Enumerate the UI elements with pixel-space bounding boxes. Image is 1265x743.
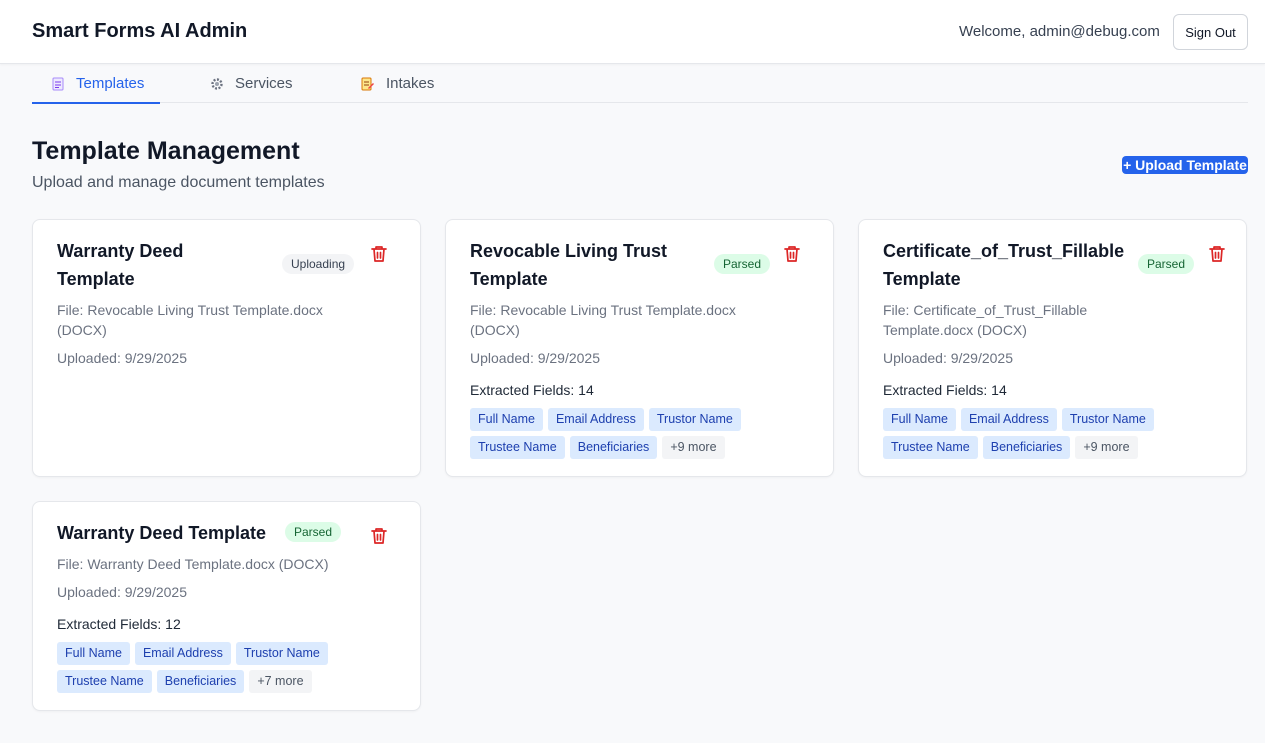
app-header: Smart Forms AI Admin Welcome, admin@debu… bbox=[0, 0, 1265, 64]
field-chip: Beneficiaries bbox=[982, 436, 1071, 459]
tab-services[interactable]: Services bbox=[210, 64, 293, 103]
tab-intakes[interactable]: Intakes bbox=[361, 64, 434, 103]
sign-out-button[interactable]: Sign Out bbox=[1173, 14, 1248, 50]
page-title: Template Management bbox=[32, 137, 300, 165]
template-card: Revocable Living Trust Template Parsed F… bbox=[445, 219, 834, 477]
field-chip: Trustor Name bbox=[235, 642, 328, 665]
gear-icon bbox=[210, 77, 224, 91]
more-fields-chip: +9 more bbox=[662, 436, 725, 459]
extracted-fields-count: Extracted Fields: 14 bbox=[470, 382, 594, 398]
file-info: File: Certificate_of_Trust_Fillable Temp… bbox=[883, 302, 1088, 338]
delete-icon[interactable] bbox=[370, 244, 388, 264]
field-chip: Trustee Name bbox=[470, 436, 565, 459]
tab-templates[interactable]: Templates bbox=[32, 64, 160, 104]
uploaded-date: Uploaded: 9/29/2025 bbox=[57, 350, 187, 366]
field-chip: Email Address bbox=[960, 408, 1057, 431]
welcome-text: Welcome, admin@debug.com bbox=[959, 23, 1160, 40]
status-badge: Parsed bbox=[714, 254, 771, 274]
template-title: Revocable Living Trust Template bbox=[470, 241, 668, 289]
edit-document-icon bbox=[361, 77, 375, 91]
uploaded-date: Uploaded: 9/29/2025 bbox=[883, 350, 1013, 366]
app-title: Smart Forms AI Admin bbox=[32, 20, 248, 42]
more-fields-chip: +7 more bbox=[249, 670, 312, 693]
template-card: Warranty Deed Template Parsed File: Warr… bbox=[32, 501, 421, 711]
field-chip: Email Address bbox=[547, 408, 644, 431]
file-info: File: Warranty Deed Template.docx (DOCX) bbox=[57, 556, 329, 572]
template-title: Warranty Deed Template bbox=[57, 241, 184, 289]
delete-icon[interactable] bbox=[783, 244, 801, 264]
field-chip-list: Full Name Email Address Trustor Name Tru… bbox=[57, 642, 357, 693]
more-fields-chip: +9 more bbox=[1075, 436, 1138, 459]
field-chip-list: Full Name Email Address Trustor Name Tru… bbox=[470, 408, 770, 459]
status-badge: Uploading bbox=[282, 254, 355, 274]
uploaded-date: Uploaded: 9/29/2025 bbox=[470, 350, 600, 366]
upload-template-button[interactable]: + Upload Template bbox=[1122, 156, 1248, 174]
field-chip: Trustee Name bbox=[57, 670, 152, 693]
field-chip: Trustee Name bbox=[883, 436, 978, 459]
extracted-fields-count: Extracted Fields: 14 bbox=[883, 382, 1007, 398]
file-info: File: Revocable Living Trust Template.do… bbox=[57, 302, 323, 338]
field-chip: Email Address bbox=[134, 642, 231, 665]
template-title: Warranty Deed Template bbox=[57, 523, 267, 543]
tab-label: Intakes bbox=[386, 75, 435, 92]
field-chip: Full Name bbox=[883, 408, 956, 431]
page-subtitle: Upload and manage document templates bbox=[32, 174, 325, 191]
template-title: Certificate_of_Trust_Fillable Template bbox=[883, 241, 1125, 289]
field-chip: Trustor Name bbox=[648, 408, 741, 431]
field-chip: Full Name bbox=[470, 408, 543, 431]
tab-label: Services bbox=[235, 75, 293, 92]
field-chip: Beneficiaries bbox=[156, 670, 245, 693]
template-card: Certificate_of_Trust_Fillable Template P… bbox=[858, 219, 1247, 477]
status-badge: Parsed bbox=[285, 522, 342, 542]
field-chip: Full Name bbox=[57, 642, 130, 665]
field-chip: Trustor Name bbox=[1061, 408, 1154, 431]
extracted-fields-count: Extracted Fields: 12 bbox=[57, 616, 181, 632]
tab-bar: Templates Services Intakes bbox=[32, 64, 1248, 104]
file-info: File: Revocable Living Trust Template.do… bbox=[470, 302, 736, 338]
delete-icon[interactable] bbox=[1208, 244, 1226, 264]
field-chip-list: Full Name Email Address Trustor Name Tru… bbox=[883, 408, 1183, 459]
status-badge: Parsed bbox=[1138, 254, 1195, 274]
field-chip: Beneficiaries bbox=[569, 436, 658, 459]
template-card: Warranty Deed Template Uploading File: R… bbox=[32, 219, 421, 477]
tab-label: Templates bbox=[76, 75, 145, 92]
delete-icon[interactable] bbox=[370, 526, 388, 546]
uploaded-date: Uploaded: 9/29/2025 bbox=[57, 584, 187, 600]
document-icon bbox=[51, 77, 65, 91]
